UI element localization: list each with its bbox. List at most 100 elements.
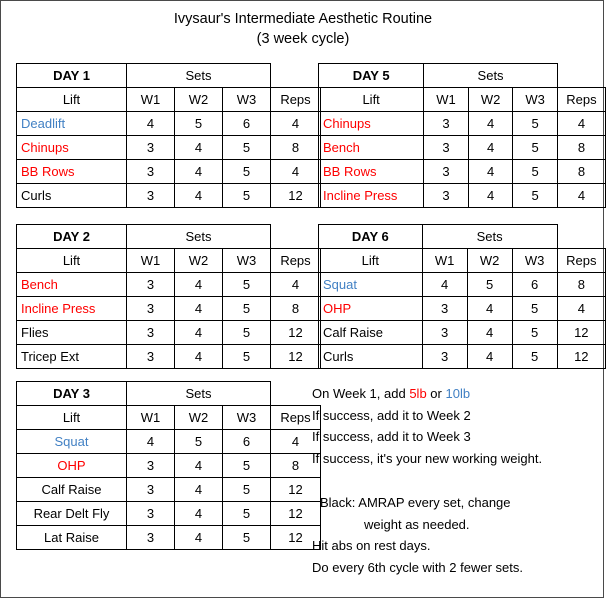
cell-sets-w3: 5: [222, 135, 271, 160]
column-header-reps: Reps: [270, 87, 321, 112]
table-header-row-day: DAY 3 Sets: [16, 381, 321, 406]
cell-sets-w1: 3: [421, 344, 468, 369]
sets-group-header: Sets: [126, 63, 271, 88]
cell-sets-w1: 3: [421, 296, 468, 321]
cell-sets-w1: 3: [126, 477, 175, 502]
table-row: Calf Raise 3 4 5 12: [16, 477, 321, 502]
table-row: Curls 3 4 5 12: [318, 344, 606, 369]
day-title-day2: DAY 2: [16, 224, 127, 249]
cell-sets-w1: 3: [126, 272, 175, 297]
cell-sets-w1: 3: [126, 320, 175, 345]
cell-sets-w3: 6: [511, 272, 558, 297]
cell-sets-w3: 5: [222, 344, 271, 369]
table-row: Rear Delt Fly 3 4 5 12: [16, 501, 321, 526]
cell-sets-w1: 3: [423, 183, 469, 208]
table-header-row-columns: Lift W1 W2 W3 Reps: [16, 405, 321, 430]
cell-reps: 12: [270, 320, 321, 345]
column-header-w1: W1: [126, 248, 175, 273]
note-text-prefix: On Week 1, add: [312, 386, 410, 401]
column-header-lift: Lift: [317, 87, 425, 112]
column-header-reps: Reps: [556, 87, 606, 112]
sets-group-header: Sets: [126, 224, 271, 249]
table-row: Deadlift 4 5 6 4: [16, 111, 321, 136]
column-header-w3: W3: [222, 248, 271, 273]
header-spacer-cell: [271, 64, 321, 88]
lift-name: Squat: [318, 272, 423, 297]
notes-general: Black: AMRAP every set, change weight as…: [312, 492, 523, 578]
column-header-reps: Reps: [556, 248, 606, 273]
lift-name: Flies: [16, 320, 127, 345]
cell-sets-w1: 3: [126, 501, 175, 526]
cell-sets-w1: 3: [126, 344, 175, 369]
cell-sets-w2: 4: [467, 135, 514, 160]
column-header-w3: W3: [512, 87, 558, 112]
cell-reps: 12: [556, 320, 606, 345]
cell-sets-w3: 5: [222, 453, 271, 478]
table-row: OHP 3 4 5 8: [16, 453, 321, 478]
cell-reps: 4: [270, 159, 321, 184]
lift-name: Chinups: [16, 135, 127, 160]
table-header-row-columns: Lift W1 W2 W3 Reps: [318, 248, 606, 273]
cell-reps: 4: [556, 296, 606, 321]
cell-sets-w2: 4: [466, 296, 513, 321]
page-title: Ivysaur's Intermediate Aesthetic Routine: [173, 11, 433, 27]
cell-reps: 12: [556, 344, 606, 369]
lift-name: Curls: [16, 183, 127, 208]
column-header-w1: W1: [421, 248, 468, 273]
cell-sets-w2: 4: [174, 135, 223, 160]
column-header-lift: Lift: [16, 248, 127, 273]
note-general-line-4: Do every 6th cycle with 2 fewer sets.: [312, 559, 523, 575]
cell-sets-w2: 5: [174, 111, 223, 136]
cell-reps: 4: [556, 111, 606, 136]
table-header-row-columns: Lift W1 W2 W3 Reps: [16, 248, 321, 273]
cell-sets-w1: 3: [423, 135, 469, 160]
table-row: Bench 3 4 5 4: [16, 272, 321, 297]
cell-sets-w3: 6: [222, 429, 271, 454]
cell-sets-w3: 5: [222, 296, 271, 321]
cell-reps: 12: [270, 344, 321, 369]
cell-sets-w1: 3: [421, 320, 468, 345]
cell-sets-w3: 5: [512, 135, 558, 160]
table-header-row-columns: Lift W1 W2 W3 Reps: [16, 87, 321, 112]
header-spacer-cell: [557, 225, 605, 249]
cell-sets-w1: 3: [126, 159, 175, 184]
lift-name: Incline Press: [317, 183, 425, 208]
routine-table-day5: DAY 5 Sets Lift W1 W2 W3 Reps Chinups 3 4 5 4 Bench 3…: [317, 63, 606, 208]
day-title-day3: DAY 3: [16, 381, 127, 406]
cell-reps: 8: [556, 159, 606, 184]
header-spacer-cell: [271, 225, 321, 249]
column-header-lift: Lift: [318, 248, 423, 273]
cell-sets-w2: 4: [467, 111, 514, 136]
table-row: Incline Press 3 4 5 4: [317, 183, 606, 208]
cell-reps: 4: [270, 272, 321, 297]
cell-sets-w3: 5: [222, 525, 271, 550]
note-general-line-1: Black: AMRAP every set, change: [320, 495, 511, 510]
column-header-w1: W1: [423, 87, 469, 112]
cell-sets-w3: 6: [222, 111, 271, 136]
cell-sets-w3: 5: [511, 344, 558, 369]
cell-sets-w1: 4: [126, 429, 175, 454]
column-header-lift: Lift: [16, 405, 127, 430]
table-row: BB Rows 3 4 5 8: [317, 159, 606, 184]
cell-reps: 8: [556, 135, 606, 160]
cell-sets-w1: 3: [126, 453, 175, 478]
title-block: Ivysaur's Intermediate Aesthetic Routine…: [0, 9, 606, 49]
header-spacer-cell: [557, 64, 605, 88]
table-row: Bench 3 4 5 8: [317, 135, 606, 160]
note-progression-line-4: If success, it's your new working weight…: [312, 450, 543, 466]
cell-sets-w2: 4: [174, 525, 223, 550]
lift-name: Lat Raise: [16, 525, 127, 550]
note-weight-5lb: 5lb: [409, 386, 427, 401]
note-text-or: or: [426, 386, 446, 401]
page-subtitle: (3 week cycle): [256, 31, 350, 47]
cell-reps: 8: [270, 135, 321, 160]
cell-sets-w2: 4: [467, 159, 514, 184]
cell-sets-w1: 3: [126, 296, 175, 321]
cell-sets-w2: 4: [174, 344, 223, 369]
table-row: Tricep Ext 3 4 5 12: [16, 344, 321, 369]
note-progression-line-1: On Week 1, add 5lb or 10lb: [312, 383, 542, 405]
note-progression-line-3: If success, add it to Week 3: [312, 429, 471, 444]
cell-sets-w3: 5: [512, 111, 558, 136]
sets-group-header: Sets: [421, 224, 558, 249]
column-header-w3: W3: [222, 405, 271, 430]
